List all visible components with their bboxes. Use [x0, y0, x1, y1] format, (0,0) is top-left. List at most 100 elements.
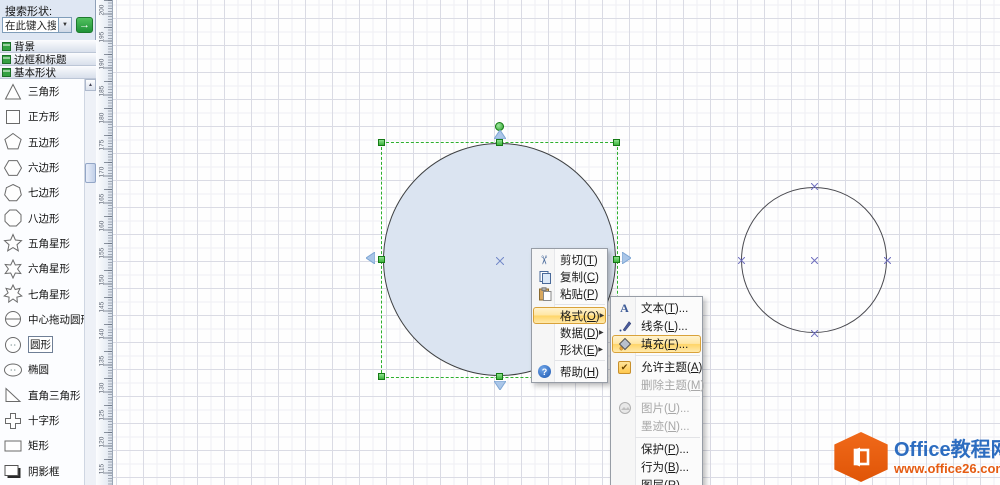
- connection-point-s: [811, 330, 818, 337]
- menu-separator: [555, 360, 605, 361]
- shape-item-cross[interactable]: 十字形: [0, 408, 84, 433]
- submenu-item-behavior[interactable]: 行为(B)...: [612, 458, 701, 476]
- site-url: www.office26.com: [894, 461, 1000, 476]
- shape-item-right-triangle[interactable]: 直角三角形: [0, 383, 84, 408]
- menu-item-help[interactable]: ? 帮助(H): [533, 363, 606, 380]
- submenu-item-layer[interactable]: 图层(R)...: [612, 476, 701, 485]
- star7-icon: [3, 284, 23, 304]
- checked-icon: ✔: [613, 361, 636, 374]
- autoconnect-arrow-up[interactable]: [494, 130, 506, 139]
- section-label: 边框和标题: [14, 53, 67, 66]
- stencil-icon: [2, 42, 11, 51]
- menu-separator: [555, 304, 605, 305]
- fill-bucket-icon: [613, 337, 636, 351]
- line-pen-icon: [613, 319, 636, 333]
- connection-point-center: [811, 257, 818, 264]
- chevron-down-icon: ▼: [62, 22, 68, 28]
- selection-handle-e[interactable]: [613, 256, 620, 263]
- search-input[interactable]: [2, 17, 58, 33]
- stencil-section-borders-titles[interactable]: 边框和标题: [0, 53, 96, 66]
- submenu-item-remove-theme[interactable]: 删除主题(M): [612, 376, 701, 394]
- octagon-icon: [3, 208, 23, 228]
- circle-icon: [3, 335, 23, 355]
- shape-item-ellipse[interactable]: 椭圆: [0, 357, 84, 382]
- stencil-section-background[interactable]: 背景: [0, 40, 96, 53]
- copy-icon: [534, 270, 555, 284]
- shapes-panel: 搜索形状: ▼ → 背景 边框和标题 基本形状: [0, 0, 96, 485]
- paste-icon: [534, 287, 555, 301]
- shape-center-pin: [496, 257, 504, 265]
- autoconnect-arrow-right[interactable]: [622, 252, 631, 264]
- menu-separator: [635, 355, 700, 356]
- picture-icon: [613, 401, 636, 415]
- selection-handle-ne[interactable]: [613, 139, 620, 146]
- shape-item-star5[interactable]: 五角星形: [0, 231, 84, 256]
- scissors-icon: ✂: [534, 253, 555, 267]
- star5-icon: [3, 233, 23, 253]
- watermark-text: Office教程网 www.office26.com: [894, 439, 1000, 476]
- center-drag-circle-icon: [3, 309, 23, 329]
- shape-item-triangle[interactable]: 三角形: [0, 79, 84, 104]
- shape-item-rectangle[interactable]: 矩形: [0, 433, 84, 458]
- scroll-up-icon: ▲: [88, 82, 93, 88]
- shape-item-shadow-box[interactable]: 阴影框: [0, 458, 84, 483]
- right-triangle-icon: [3, 385, 23, 405]
- selection-handle-sw[interactable]: [378, 373, 385, 380]
- heptagon-icon: [3, 183, 23, 203]
- ellipse-icon: [3, 360, 23, 380]
- menu-item-shape[interactable]: 形状(E) ▶: [533, 341, 606, 358]
- go-arrow-icon: →: [79, 19, 90, 31]
- connection-point-w: [738, 257, 745, 264]
- rectangle-icon: [3, 436, 23, 456]
- submenu-item-protection[interactable]: 保护(P)...: [612, 440, 701, 458]
- menu-separator: [635, 437, 700, 438]
- menu-item-paste[interactable]: 粘贴(P): [533, 285, 606, 302]
- shape-item-star6[interactable]: 六角星形: [0, 256, 84, 281]
- submenu-item-text[interactable]: A 文本(T)...: [612, 299, 701, 317]
- selection-handle-n[interactable]: [496, 139, 503, 146]
- shape-list: 三角形 正方形 五边形 六边形 七边形 八边形: [0, 79, 84, 485]
- section-label: 基本形状: [14, 66, 56, 79]
- search-dropdown-button[interactable]: ▼: [58, 17, 72, 33]
- submenu-arrow-icon: ▶: [599, 329, 610, 336]
- menu-item-format[interactable]: 格式(O) ▶: [533, 307, 606, 324]
- shape-item-square[interactable]: 正方形: [0, 104, 84, 129]
- shape-item-star7[interactable]: 七角星形: [0, 281, 84, 306]
- watermark: Office教程网 www.office26.com: [830, 430, 1000, 484]
- search-row: ▼ →: [2, 17, 93, 33]
- office-logo-icon: [830, 432, 892, 482]
- submenu-item-picture[interactable]: 图片(U)...: [612, 399, 701, 417]
- autoconnect-arrow-left[interactable]: [366, 252, 375, 264]
- triangle-icon: [3, 82, 23, 102]
- vertical-ruler: 200 195 190 185 180 175 170 165 160 155 …: [96, 0, 113, 485]
- context-menu: ✂ 剪切(T) 复制(C) 粘贴(P) 格式(O) ▶ 数据(D) ▶ 形状(E…: [531, 248, 608, 383]
- stencil-section-basic-shapes[interactable]: 基本形状: [0, 66, 96, 79]
- shadow-box-icon: [3, 461, 23, 481]
- menu-separator: [635, 396, 700, 397]
- selection-handle-w[interactable]: [378, 256, 385, 263]
- menu-item-cut[interactable]: ✂ 剪切(T): [533, 251, 606, 268]
- submenu-item-ink[interactable]: 墨迹(N)...: [612, 417, 701, 435]
- search-go-button[interactable]: →: [76, 17, 93, 33]
- submenu-item-allow-themes[interactable]: ✔ 允许主题(A): [612, 358, 701, 376]
- selection-handle-s[interactable]: [496, 373, 503, 380]
- hexagon-icon: [3, 158, 23, 178]
- shape-item-octagon[interactable]: 八边形: [0, 205, 84, 230]
- selection-handle-nw[interactable]: [378, 139, 385, 146]
- star6-icon: [3, 259, 23, 279]
- pentagon-icon: [3, 132, 23, 152]
- shape-item-hexagon[interactable]: 六边形: [0, 155, 84, 180]
- submenu-item-line[interactable]: 线条(L)...: [612, 317, 701, 335]
- text-icon: A: [613, 301, 636, 316]
- submenu-item-fill[interactable]: 填充(F)...: [612, 335, 701, 353]
- square-icon: [3, 107, 23, 127]
- help-icon: ?: [534, 365, 555, 378]
- shape-item-heptagon[interactable]: 七边形: [0, 180, 84, 205]
- stencil-icon: [2, 68, 11, 77]
- autoconnect-arrow-down[interactable]: [494, 381, 506, 390]
- menu-item-copy[interactable]: 复制(C): [533, 268, 606, 285]
- shape-item-circle[interactable]: 圆形: [0, 332, 84, 357]
- menu-item-data[interactable]: 数据(D) ▶: [533, 324, 606, 341]
- shape-item-center-drag-circle[interactable]: 中心拖动圆形: [0, 307, 84, 332]
- shape-item-pentagon[interactable]: 五边形: [0, 130, 84, 155]
